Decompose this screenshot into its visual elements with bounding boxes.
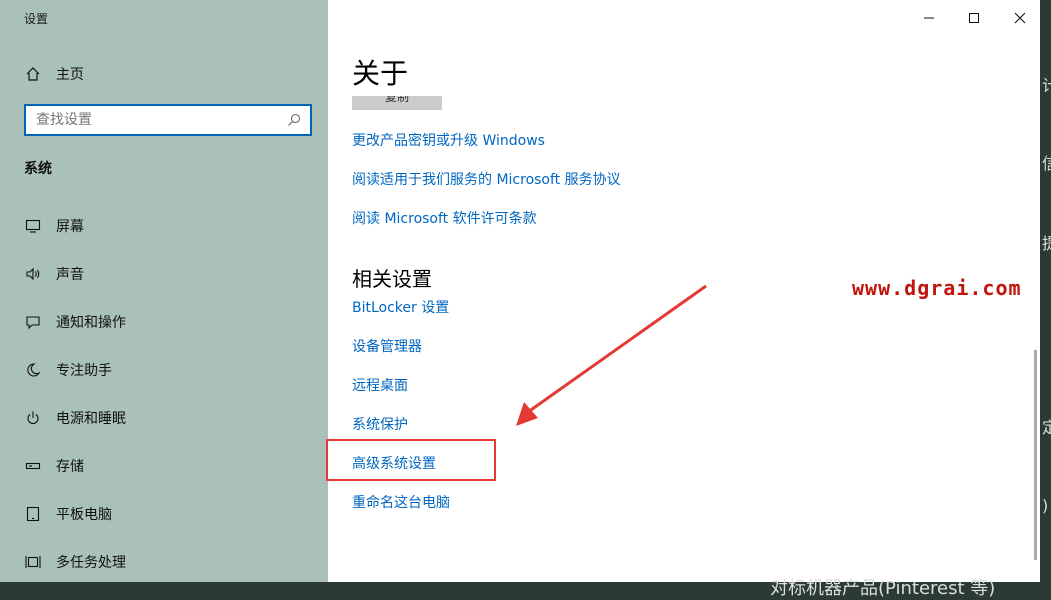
background-text: 对标机器产品(Pinterest 等) [770, 578, 996, 599]
bg-fragment: 定 [1042, 418, 1051, 437]
storage-icon [24, 457, 42, 475]
settings-window: 设置 主页 系统 屏幕 声音 [0, 0, 1040, 582]
system-protection-link[interactable]: 系统保护 [352, 414, 408, 434]
speaker-icon [24, 265, 42, 283]
main-content: 关于 复制 更改产品密钥或升级 Windows 阅读适用于我们服务的 Micro… [326, 0, 1040, 582]
watermark: www.dgrai.com [852, 276, 1022, 300]
sidebar-item-label: 平板电脑 [56, 507, 112, 523]
highlight-box [326, 439, 496, 481]
bg-fragment: ) [1042, 496, 1049, 515]
close-button[interactable] [997, 6, 1040, 30]
bg-fragment: 信 [1042, 154, 1051, 173]
search-icon[interactable] [286, 112, 302, 128]
bitlocker-link[interactable]: BitLocker 设置 [352, 297, 449, 317]
tablet-icon [24, 505, 42, 523]
sidebar: 设置 主页 系统 屏幕 声音 [0, 0, 328, 582]
home-nav[interactable]: 主页 [24, 64, 84, 84]
bg-fragment: 提 [1042, 234, 1051, 253]
service-agreement-link[interactable]: 阅读适用于我们服务的 Microsoft 服务协议 [352, 169, 621, 189]
copy-button[interactable]: 复制 [352, 96, 442, 110]
maximize-icon [968, 9, 980, 28]
sidebar-item-focus-assist[interactable]: 专注助手 [24, 360, 112, 380]
moon-icon [24, 361, 42, 379]
close-icon [1014, 9, 1026, 28]
sidebar-item-storage[interactable]: 存储 [24, 456, 84, 476]
multitask-icon [24, 553, 42, 571]
sidebar-item-label: 多任务处理 [56, 555, 126, 571]
notification-icon [24, 313, 42, 331]
home-icon [24, 65, 42, 83]
sidebar-item-label: 电源和睡眠 [56, 411, 126, 427]
window-title: 设置 [24, 12, 49, 26]
sidebar-item-label: 通知和操作 [56, 315, 126, 331]
rename-pc-link[interactable]: 重命名这台电脑 [352, 492, 450, 512]
home-label: 主页 [56, 67, 84, 83]
display-icon [24, 217, 42, 235]
sidebar-item-label: 屏幕 [56, 219, 84, 235]
page-title: 关于 [352, 57, 409, 90]
license-terms-link[interactable]: 阅读 Microsoft 软件许可条款 [352, 208, 537, 228]
upgrade-windows-link[interactable]: 更改产品密钥或升级 Windows [352, 130, 545, 150]
sidebar-item-label: 声音 [56, 267, 84, 283]
maximize-button[interactable] [951, 6, 997, 30]
sidebar-item-label: 存储 [56, 459, 84, 475]
remote-desktop-link[interactable]: 远程桌面 [352, 375, 408, 395]
minimize-button[interactable] [906, 6, 952, 30]
sidebar-item-notifications[interactable]: 通知和操作 [24, 312, 126, 332]
sidebar-item-display[interactable]: 屏幕 [24, 216, 84, 236]
device-manager-link[interactable]: 设备管理器 [352, 336, 422, 356]
sidebar-item-multitasking[interactable]: 多任务处理 [24, 552, 126, 572]
related-settings-heading: 相关设置 [352, 267, 432, 291]
sidebar-item-tablet[interactable]: 平板电脑 [24, 504, 112, 524]
sidebar-item-label: 专注助手 [56, 363, 112, 379]
search-box[interactable] [24, 104, 312, 136]
sidebar-item-sound[interactable]: 声音 [24, 264, 84, 284]
bg-fragment: 计 [1042, 76, 1051, 95]
minimize-icon [923, 9, 935, 28]
section-label: 系统 [24, 161, 52, 177]
power-icon [24, 409, 42, 427]
search-input[interactable] [34, 106, 278, 134]
sidebar-item-power[interactable]: 电源和睡眠 [24, 408, 126, 428]
scrollbar[interactable] [1034, 350, 1037, 560]
